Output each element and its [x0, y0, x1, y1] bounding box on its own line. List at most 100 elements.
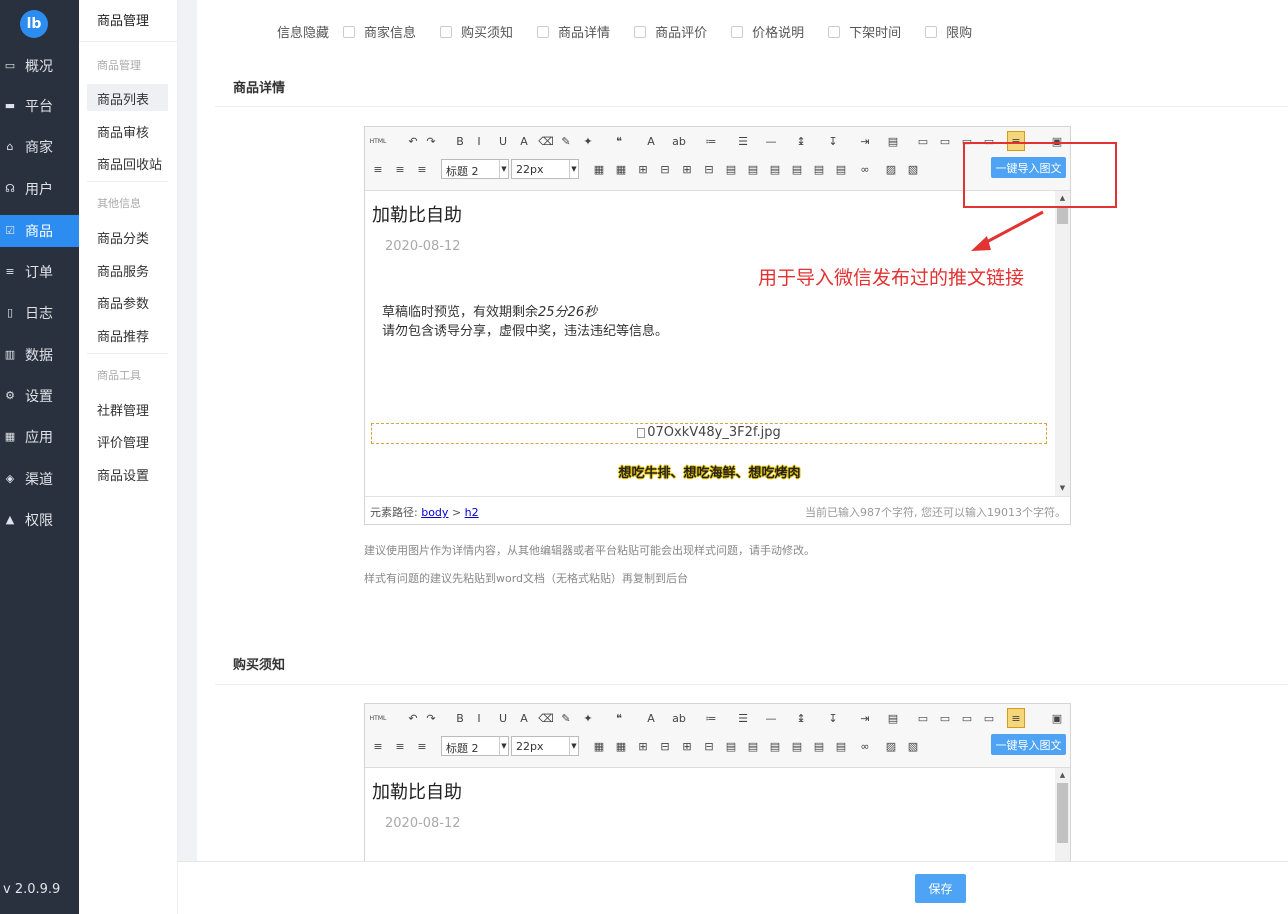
ordered-list-icon[interactable]: ≔ — [703, 133, 719, 149]
quote-icon[interactable]: ❝ — [611, 133, 627, 149]
heading-style-select[interactable]: 标题 2 ▼ — [441, 736, 509, 756]
subnav-item-params[interactable]: 商品参数 — [87, 288, 168, 315]
nav-item[interactable]: ⚙ 设置 — [0, 380, 79, 412]
align-center-box-icon[interactable]: ▭ — [937, 133, 953, 149]
split-rows-icon[interactable]: ▤ — [811, 738, 827, 754]
subnav-item-goods-settings[interactable]: 商品设置 — [87, 460, 168, 487]
element-path-body-link[interactable]: body — [421, 506, 448, 519]
italic-icon[interactable]: I — [471, 133, 487, 149]
subnav-item-community[interactable]: 社群管理 — [87, 395, 168, 422]
split-cols-icon[interactable]: ▤ — [833, 161, 849, 177]
highlight-icon[interactable]: ab — [671, 133, 687, 149]
strikethrough-icon[interactable]: A — [516, 710, 532, 726]
delete-col-icon[interactable]: ⊟ — [701, 161, 717, 177]
clear-format-icon[interactable]: ✦ — [580, 133, 596, 149]
merge-cells-icon[interactable]: ▤ — [723, 161, 739, 177]
paragraph-spacing-icon[interactable]: ↧ — [825, 133, 841, 149]
font-size-select[interactable]: 22px ▼ — [511, 736, 579, 756]
nav-item[interactable]: ☊ 用户 — [0, 173, 79, 205]
split-cells-icon[interactable]: ▤ — [745, 161, 761, 177]
split-rows-icon[interactable]: ▤ — [811, 161, 827, 177]
font-size-select[interactable]: 22px ▼ — [511, 159, 579, 179]
editor-scrollbar[interactable]: ▲ ▼ — [1055, 191, 1070, 496]
horizontal-rule-icon[interactable]: — — [763, 133, 779, 149]
nav-item[interactable]: ▥ 数据 — [0, 339, 79, 371]
align-justify-icon[interactable]: ≡ — [414, 161, 430, 177]
checkbox-box[interactable] — [828, 25, 841, 38]
video-icon[interactable]: ▧ — [905, 738, 921, 754]
subnav-item-recycle-bin[interactable]: 商品回收站 — [87, 149, 168, 176]
undo-icon[interactable]: ↶ — [405, 133, 421, 149]
subnav-item-recommend[interactable]: 商品推荐 — [87, 321, 168, 348]
subnav-item-goods-list[interactable]: 商品列表 — [87, 84, 168, 111]
merge-down-icon[interactable]: ▤ — [789, 738, 805, 754]
scroll-up-icon[interactable]: ▲ — [1055, 768, 1070, 783]
delete-row-icon[interactable]: ⊟ — [657, 161, 673, 177]
scroll-down-icon[interactable]: ▼ — [1055, 481, 1070, 496]
ordered-list-icon[interactable]: ≔ — [703, 710, 719, 726]
format-brush-icon[interactable]: ✎ — [558, 133, 574, 149]
bold-icon[interactable]: B — [452, 710, 468, 726]
align-center-icon[interactable]: ≡ — [370, 738, 386, 754]
html-source-icon[interactable]: HTML — [370, 710, 387, 726]
info-hide-checkbox[interactable]: 下架时间 — [828, 22, 901, 41]
italic-icon[interactable]: I — [471, 710, 487, 726]
editor-scrollbar[interactable]: ▲ — [1055, 768, 1070, 861]
table-delete-icon[interactable]: ▦ — [613, 161, 629, 177]
nav-item[interactable]: ▦ 应用 — [0, 421, 79, 453]
line-height-icon[interactable]: ↨ — [793, 133, 809, 149]
insert-row-icon[interactable]: ⊞ — [635, 161, 651, 177]
undo-icon[interactable]: ↶ — [405, 710, 421, 726]
nav-item[interactable]: ▬ 平台 — [0, 90, 79, 122]
align-center-box-icon[interactable]: ▭ — [937, 710, 953, 726]
align-right-icon[interactable]: ≡ — [392, 738, 408, 754]
import-article-button[interactable]: 一键导入图文 — [991, 734, 1066, 755]
clear-format-icon[interactable]: ✦ — [580, 710, 596, 726]
redo-icon[interactable]: ↷ — [423, 133, 439, 149]
font-color-icon[interactable]: A — [643, 710, 659, 726]
checkbox-box[interactable] — [537, 25, 550, 38]
nav-item[interactable]: ≡ 订单 — [0, 256, 79, 288]
paste-format-icon[interactable]: ▤ — [885, 133, 901, 149]
underline-icon[interactable]: U — [495, 710, 511, 726]
subnav-item-comments[interactable]: 评价管理 — [87, 427, 168, 454]
eraser-icon[interactable]: ⌫ — [538, 133, 554, 149]
unordered-list-icon[interactable]: ☰ — [735, 133, 751, 149]
line-height-icon[interactable]: ↨ — [793, 710, 809, 726]
save-button[interactable]: 保存 — [915, 874, 966, 903]
app-logo[interactable]: lb — [20, 10, 48, 38]
eraser-icon[interactable]: ⌫ — [538, 710, 554, 726]
link-icon[interactable]: ∞ — [857, 738, 873, 754]
highlight-icon[interactable]: ab — [671, 710, 687, 726]
delete-col-icon[interactable]: ⊟ — [701, 738, 717, 754]
element-path-h2-link[interactable]: h2 — [465, 506, 479, 519]
info-hide-checkbox[interactable]: 价格说明 — [731, 22, 804, 41]
merge-cells-icon[interactable]: ▤ — [723, 738, 739, 754]
insert-col-icon[interactable]: ⊞ — [679, 161, 695, 177]
nav-item[interactable]: ▯ 日志 — [0, 297, 79, 329]
video-icon[interactable]: ▧ — [905, 161, 921, 177]
split-cols-icon[interactable]: ▤ — [833, 738, 849, 754]
nav-item[interactable]: ⌂ 商家 — [0, 131, 79, 163]
redo-icon[interactable]: ↷ — [423, 710, 439, 726]
link-icon[interactable]: ∞ — [857, 161, 873, 177]
image-icon[interactable]: ▨ — [883, 738, 899, 754]
merge-down-icon[interactable]: ▤ — [789, 161, 805, 177]
editor-content-area[interactable]: 加勒比自助 2020-08-12 草稿临时预览，有效期剩余25分26秒 请勿包含诱导分… — [365, 191, 1054, 496]
indent-icon[interactable]: ⇥ — [857, 710, 873, 726]
underline-icon[interactable]: U — [495, 133, 511, 149]
align-right-box-icon[interactable]: ▭ — [959, 710, 975, 726]
align-active-icon[interactable]: ≡ — [1007, 708, 1025, 728]
nav-item[interactable]: ▭ 概况 — [0, 50, 79, 82]
font-color-icon[interactable]: A — [643, 133, 659, 149]
info-hide-checkbox[interactable]: 购买须知 — [440, 22, 513, 41]
insert-row-icon[interactable]: ⊞ — [635, 738, 651, 754]
info-hide-checkbox[interactable]: 商品评价 — [634, 22, 707, 41]
insert-col-icon[interactable]: ⊞ — [679, 738, 695, 754]
align-justify-icon[interactable]: ≡ — [414, 738, 430, 754]
align-left-box-icon[interactable]: ▭ — [915, 133, 931, 149]
info-hide-checkbox[interactable]: 商品详情 — [537, 22, 610, 41]
checkbox-box[interactable] — [440, 25, 453, 38]
table-delete-icon[interactable]: ▦ — [613, 738, 629, 754]
strikethrough-icon[interactable]: A — [516, 133, 532, 149]
